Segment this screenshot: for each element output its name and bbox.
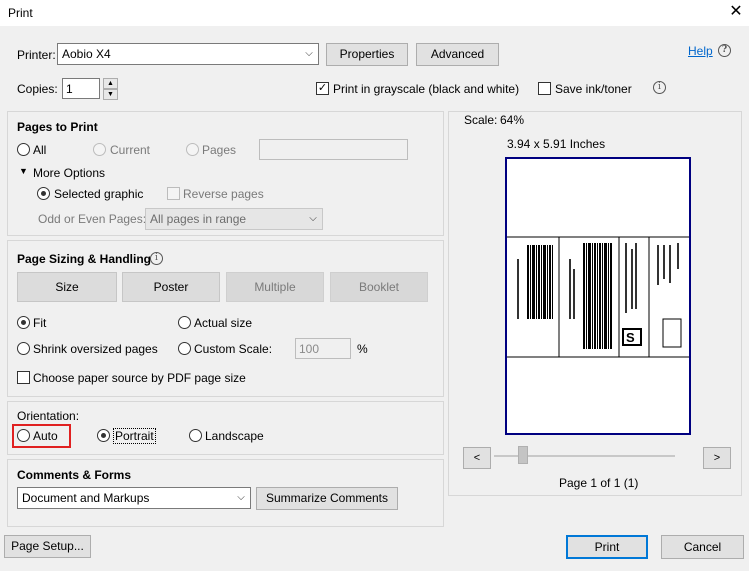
booklet-button[interactable]: Booklet	[330, 272, 428, 302]
multiple-button[interactable]: Multiple	[226, 272, 324, 302]
odd-even-select[interactable]: All pages in range ⌵	[145, 208, 323, 230]
printer-label: Printer:	[17, 48, 56, 62]
save-ink-checkbox[interactable]	[538, 82, 551, 95]
next-page-button[interactable]: >	[703, 447, 731, 469]
reverse-pages-checkbox[interactable]	[167, 187, 180, 200]
auto-orientation-radio[interactable]	[17, 429, 30, 442]
chevron-down-icon: ⌵	[309, 213, 317, 224]
window-title: Print	[8, 6, 33, 20]
chevron-down-icon: ⌵	[237, 492, 245, 503]
preview-dimensions: 3.94 x 5.91 Inches	[507, 137, 606, 151]
cancel-button[interactable]: Cancel	[661, 535, 744, 559]
close-icon[interactable]: ✕	[727, 3, 745, 21]
size-button[interactable]: Size	[17, 272, 117, 302]
comments-forms-title: Comments & Forms	[17, 468, 132, 482]
help-question-icon[interactable]: ?	[718, 44, 731, 57]
copies-decrement-icon[interactable]: ▼	[103, 89, 118, 100]
scale-value: 64%	[500, 113, 525, 127]
shrink-oversized-label: Shrink oversized pages	[33, 342, 158, 356]
reverse-pages-label: Reverse pages	[183, 187, 264, 201]
paper-source-checkbox[interactable]	[17, 371, 30, 384]
pages-to-print-title: Pages to Print	[17, 120, 98, 134]
page-sizing-title: Page Sizing & Handling	[17, 252, 152, 266]
percent-label: %	[357, 342, 368, 356]
current-page-label: Current	[110, 143, 151, 157]
grayscale-label: Print in grayscale (black and white)	[333, 82, 520, 96]
current-page-radio[interactable]	[93, 143, 106, 156]
previous-page-button[interactable]: <	[463, 447, 491, 469]
fit-label: Fit	[33, 316, 47, 330]
copies-label: Copies:	[17, 82, 58, 96]
orientation-title: Orientation:	[17, 409, 80, 423]
copies-input[interactable]: 1	[62, 78, 100, 99]
help-link[interactable]: Help	[688, 44, 713, 58]
pages-range-label: Pages	[202, 143, 237, 157]
comments-forms-select[interactable]: Document and Markups ⌵	[17, 487, 251, 509]
info-icon[interactable]: i	[150, 252, 163, 265]
selected-graphic-radio[interactable]	[37, 187, 50, 200]
page-indicator: Page 1 of 1 (1)	[559, 476, 639, 490]
printer-selected-value: Aobio X4	[62, 47, 111, 61]
grayscale-checkbox[interactable]: ✓	[316, 82, 329, 95]
pages-range-input[interactable]	[259, 139, 408, 160]
fit-radio[interactable]	[17, 316, 30, 329]
landscape-orientation-label: Landscape	[205, 429, 264, 443]
poster-button[interactable]: Poster	[122, 272, 220, 302]
print-button[interactable]: Print	[566, 535, 648, 559]
properties-button[interactable]: Properties	[326, 43, 408, 66]
custom-scale-label: Custom Scale:	[194, 342, 273, 356]
custom-scale-input[interactable]: 100	[295, 338, 351, 359]
selected-graphic-label: Selected graphic	[54, 187, 144, 201]
odd-even-label: Odd or Even Pages:	[38, 212, 147, 226]
page-slider-handle[interactable]	[518, 446, 528, 464]
auto-orientation-label: Auto	[33, 429, 58, 443]
custom-scale-radio[interactable]	[178, 342, 191, 355]
advanced-button[interactable]: Advanced	[416, 43, 499, 66]
paper-source-label: Choose paper source by PDF page size	[33, 371, 246, 385]
info-icon[interactable]: i	[653, 81, 666, 94]
pages-range-radio[interactable]	[186, 143, 199, 156]
portrait-orientation-radio[interactable]	[97, 429, 110, 442]
expand-triangle-icon[interactable]: ▼	[19, 166, 28, 176]
printer-select[interactable]: Aobio X4 ⌵	[57, 43, 319, 65]
shipping-label-icon: S	[507, 236, 689, 358]
page-setup-button[interactable]: Page Setup...	[4, 535, 91, 558]
print-preview-page: S	[505, 157, 691, 435]
summarize-comments-button[interactable]: Summarize Comments	[256, 487, 398, 510]
save-ink-label: Save ink/toner	[555, 82, 632, 96]
title-bar	[0, 0, 749, 26]
all-pages-radio[interactable]	[17, 143, 30, 156]
svg-text:S: S	[626, 330, 635, 345]
landscape-orientation-radio[interactable]	[189, 429, 202, 442]
actual-size-radio[interactable]	[178, 316, 191, 329]
actual-size-label: Actual size	[194, 316, 253, 330]
all-pages-label: All	[33, 143, 47, 157]
shrink-oversized-radio[interactable]	[17, 342, 30, 355]
more-options-label[interactable]: More Options	[33, 166, 105, 180]
copies-increment-icon[interactable]: ▲	[103, 78, 118, 89]
chevron-down-icon: ⌵	[305, 48, 313, 59]
portrait-orientation-label: Portrait	[113, 428, 156, 444]
scale-label: Scale:	[464, 113, 498, 127]
